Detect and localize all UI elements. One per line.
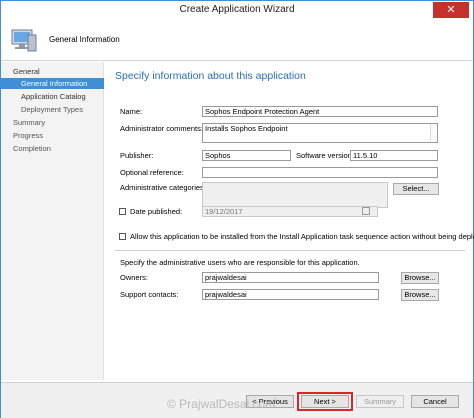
summary-button[interactable]: Summary <box>356 395 404 408</box>
watermark: © PrajwalDesai.com <box>167 397 276 411</box>
allow-install-checkbox[interactable] <box>119 233 126 240</box>
date-published-checkbox[interactable] <box>119 208 126 215</box>
next-button[interactable]: Next > <box>301 395 349 408</box>
section-divider <box>115 250 465 251</box>
wizard-window: Create Application Wizard ✕ General Info… <box>0 0 474 418</box>
header-title: General Information <box>49 35 120 44</box>
support-contacts-browse-button[interactable]: Browse... <box>401 289 439 301</box>
date-published-value: 19/12/2017 <box>205 207 243 216</box>
computer-icon <box>11 29 37 52</box>
select-categories-button[interactable]: Select... <box>393 183 439 195</box>
cancel-button[interactable]: Cancel <box>411 395 459 408</box>
admin-comments-label: Administrator comments: <box>120 124 203 133</box>
admin-categories-field[interactable] <box>202 182 388 208</box>
sidebar-item-general[interactable]: General <box>1 66 104 77</box>
close-button[interactable]: ✕ <box>433 2 469 18</box>
name-field[interactable]: Sophos Endpoint Protection Agent <box>202 106 438 117</box>
software-version-label: Software version: <box>296 151 354 160</box>
sidebar-item-deployment-types[interactable]: Deployment Types <box>1 104 104 115</box>
wizard-sidebar: General General Information Application … <box>1 62 104 380</box>
publisher-label: Publisher: <box>120 151 154 160</box>
admin-comments-scrollbar[interactable] <box>430 124 437 142</box>
sidebar-item-general-information[interactable]: General Information <box>1 78 104 89</box>
support-contacts-label: Support contacts: <box>120 290 179 299</box>
owners-browse-button[interactable]: Browse... <box>401 272 439 284</box>
optional-reference-field[interactable] <box>202 167 438 178</box>
name-label: Name: <box>120 107 143 116</box>
title-bar: Create Application Wizard ✕ <box>1 1 473 19</box>
sidebar-item-application-catalog[interactable]: Application Catalog <box>1 91 104 102</box>
sidebar-item-summary[interactable]: Summary <box>1 117 104 128</box>
wizard-header: General Information <box>1 19 473 61</box>
main-content: Specify information about this applicati… <box>105 62 474 382</box>
publisher-field[interactable]: Sophos <box>202 150 291 161</box>
support-contacts-field[interactable]: prajwaldesai <box>202 289 379 300</box>
window-title: Create Application Wizard <box>179 4 295 15</box>
date-published-label: Date published: <box>130 207 183 216</box>
sidebar-item-completion[interactable]: Completion <box>1 143 104 154</box>
calendar-icon[interactable] <box>362 207 370 215</box>
optional-reference-label: Optional reference: <box>120 168 184 177</box>
owners-label: Owners: <box>120 273 148 282</box>
allow-install-label: Allow this application to be installed f… <box>130 232 474 241</box>
page-title: Specify information about this applicati… <box>115 70 306 82</box>
admin-categories-label: Administrative categories: <box>120 183 206 192</box>
owners-field[interactable]: prajwaldesai <box>202 272 379 283</box>
date-published-field[interactable]: 19/12/2017 <box>202 206 378 217</box>
software-version-field[interactable]: 11.5.10 <box>350 150 438 161</box>
admin-comments-field[interactable]: Installs Sophos Endpoint <box>202 123 438 143</box>
specify-users-text: Specify the administrative users who are… <box>120 258 360 267</box>
admin-comments-value: Installs Sophos Endpoint <box>205 124 288 133</box>
sidebar-item-progress[interactable]: Progress <box>1 130 104 141</box>
